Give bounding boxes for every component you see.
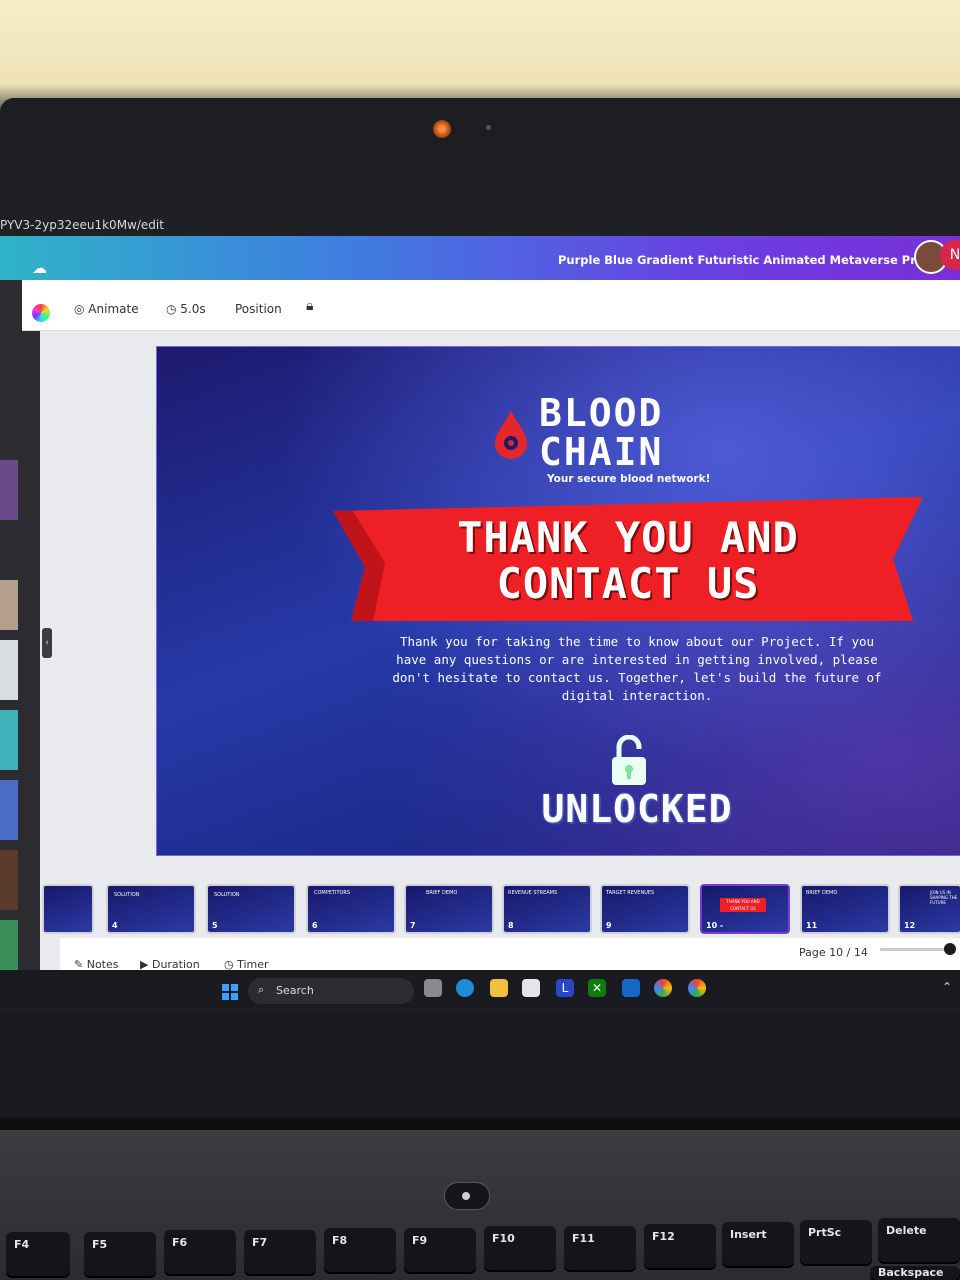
- xbox-icon[interactable]: ✕: [588, 979, 606, 997]
- zoom-slider-handle[interactable]: [944, 943, 956, 955]
- thumbnail-title: TARGET REVENUES: [606, 890, 655, 896]
- key-f12[interactable]: F12: [644, 1224, 716, 1268]
- ribbon-line-1: THANK YOU AND: [457, 513, 799, 562]
- slide-thumbnail[interactable]: JOIN US IN SHAPING THE FUTURE 12: [898, 884, 960, 934]
- unlocked-label: UNLOCKED: [541, 787, 733, 831]
- lock-icon[interactable]: 🔒︎: [306, 298, 313, 314]
- thumbnail-title: BRIEF DEMO: [806, 890, 838, 896]
- slide-thumbnail[interactable]: BRIEF DEMO 11: [800, 884, 890, 934]
- editor-header: ☁ Purple Blue Gradient Futuristic Animat…: [0, 236, 960, 280]
- store-icon[interactable]: [522, 979, 540, 997]
- search-icon: ⌕: [258, 983, 265, 996]
- animate-button[interactable]: ◎ Animate: [74, 302, 139, 316]
- file-explorer-icon[interactable]: [490, 979, 508, 997]
- editor-toolbar: ◎ Animate ◷ 5.0s Position 🔒︎: [22, 280, 960, 331]
- search-label: Search: [276, 984, 314, 997]
- key-f10[interactable]: F10: [484, 1226, 556, 1270]
- side-thumbnail[interactable]: [0, 710, 18, 770]
- zoom-slider[interactable]: [880, 948, 950, 951]
- side-thumbnail[interactable]: [0, 780, 18, 840]
- key-f6[interactable]: F6: [164, 1230, 236, 1274]
- browser-address-bar[interactable]: PYV3-2yp32eeu1k0Mw/edit: [0, 200, 960, 236]
- windows-taskbar: ⌕ Search L ✕ ⌃: [0, 970, 960, 1008]
- slide-number: 12: [904, 921, 916, 930]
- key-f7[interactable]: F7: [244, 1230, 316, 1274]
- animate-label: Animate: [88, 302, 139, 316]
- key-prtsc[interactable]: PrtSc: [800, 1220, 872, 1264]
- thumbnail-title: THANK YOU AND CONTACT US: [720, 898, 766, 912]
- slide-thumbnail[interactable]: [42, 884, 94, 934]
- task-view-icon[interactable]: [424, 979, 442, 997]
- slide-canvas[interactable]: BLOOD CHAIN Your secure blood network! T…: [156, 346, 960, 856]
- taskbar-search[interactable]: ⌕ Search: [248, 978, 414, 1004]
- fingerprint-sensor: [462, 1192, 470, 1200]
- webcam-sensor: [486, 125, 491, 130]
- edge-browser-icon[interactable]: [456, 979, 474, 997]
- thumbnail-title: BRIEF DEMO: [426, 890, 458, 896]
- side-thumbnail[interactable]: [0, 640, 18, 700]
- color-picker-icon[interactable]: [32, 304, 50, 322]
- key-f8[interactable]: F8: [324, 1228, 396, 1272]
- chrome-icon[interactable]: [654, 979, 672, 997]
- slide-thumbnail-active[interactable]: THANK YOU AND CONTACT US 10 -: [700, 884, 790, 934]
- windows-start-icon[interactable]: [222, 984, 238, 1000]
- slide-thumbnail[interactable]: BRIEF DEMO 7: [404, 884, 494, 934]
- position-button[interactable]: Position: [235, 302, 282, 316]
- outlook-icon[interactable]: [622, 979, 640, 997]
- chevron-up-icon[interactable]: ⌃: [942, 980, 952, 994]
- slide-filmstrip: SOLUTION 4 SOLUTION 5 COMPETITORS 6 BRIE…: [40, 868, 960, 938]
- side-thumbnail[interactable]: [0, 850, 18, 910]
- thumbnail-title: JOIN US IN SHAPING THE FUTURE: [930, 890, 958, 905]
- app-l-icon[interactable]: L: [556, 979, 574, 997]
- slide-number: 8: [508, 921, 514, 930]
- thumbnail-title: SOLUTION: [114, 892, 140, 898]
- key-f9[interactable]: F9: [404, 1228, 476, 1272]
- slide-number: 9: [606, 921, 612, 930]
- duration-button[interactable]: ◷ 5.0s: [166, 302, 206, 316]
- slide-number: 5: [212, 921, 218, 930]
- laptop-hinge: [0, 1118, 960, 1130]
- key-f11[interactable]: F11: [564, 1226, 636, 1270]
- side-thumbnail[interactable]: [0, 580, 18, 630]
- thumbnail-title: SOLUTION: [214, 892, 240, 898]
- slide-thumbnail[interactable]: REVENUE STREAMS 8: [502, 884, 592, 934]
- blood-drop-logo-icon: [495, 411, 527, 459]
- slide-number: 11: [806, 921, 818, 930]
- side-thumbnail[interactable]: [0, 460, 18, 520]
- key-delete[interactable]: Delete: [878, 1218, 960, 1262]
- logo-word-blood: BLOOD: [539, 391, 664, 435]
- thumbnail-title: REVENUE STREAMS: [508, 890, 558, 896]
- slide-thumbnail[interactable]: SOLUTION 5: [206, 884, 296, 934]
- thank-you-paragraph: Thank you for taking the time to know ab…: [392, 634, 882, 703]
- thumbnail-title: COMPETITORS: [314, 890, 351, 896]
- slide-thumbnail[interactable]: SOLUTION 4: [106, 884, 196, 934]
- key-insert[interactable]: Insert: [722, 1222, 794, 1266]
- slide-number: 6: [312, 921, 318, 930]
- webcam: [433, 120, 451, 138]
- unlocked-padlock-icon: [612, 735, 646, 785]
- slide-number: 4: [112, 921, 118, 930]
- collapse-panel-handle[interactable]: ‹: [42, 628, 52, 658]
- slide-thumbnail[interactable]: COMPETITORS 6: [306, 884, 396, 934]
- laptop-screen: PYV3-2yp32eeu1k0Mw/edit ☁ Purple Blue Gr…: [0, 200, 960, 1008]
- ribbon-line-2: CONTACT US: [496, 559, 760, 608]
- url-text[interactable]: PYV3-2yp32eeu1k0Mw/edit: [0, 218, 164, 232]
- left-side-panel: ‹: [0, 280, 52, 980]
- chrome-profile-icon[interactable]: [688, 979, 706, 997]
- slide-thumbnail[interactable]: TARGET REVENUES 9: [600, 884, 690, 934]
- document-title[interactable]: Purple Blue Gradient Futuristic Animated…: [558, 253, 960, 267]
- slide-number: 7: [410, 921, 416, 930]
- slide-number: 10 -: [706, 921, 724, 930]
- logo-word-chain: CHAIN: [539, 430, 664, 474]
- ribbon-heading: THANK YOU AND CONTACT US: [333, 515, 923, 607]
- duration-value: 5.0s: [180, 302, 206, 316]
- key-f5[interactable]: F5: [84, 1232, 156, 1276]
- key-f4[interactable]: F4: [6, 1232, 70, 1276]
- laptop-lower-bezel: [0, 1010, 960, 1120]
- page-indicator[interactable]: Page 10 / 14: [799, 946, 868, 959]
- logo-tagline: Your secure blood network!: [547, 473, 711, 485]
- cloud-sync-icon[interactable]: ☁: [32, 261, 52, 276]
- key-backspace[interactable]: Backspace: [870, 1266, 960, 1280]
